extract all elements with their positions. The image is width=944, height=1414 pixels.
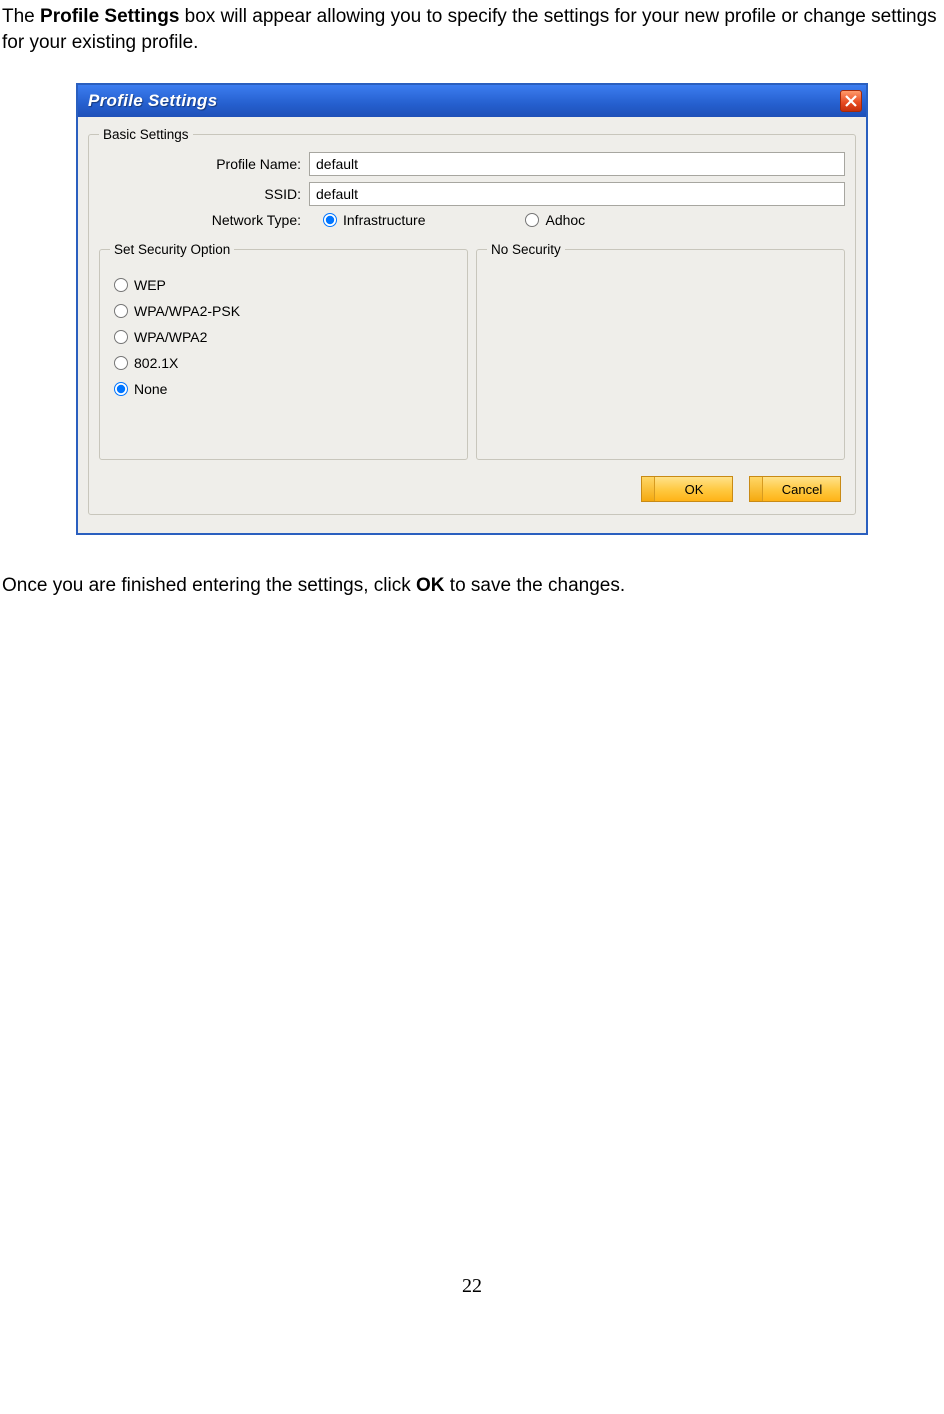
dot1x-label: 802.1X [134,355,178,371]
close-icon [845,95,857,107]
adhoc-label: Adhoc [545,212,585,228]
security-none[interactable]: None [114,381,457,397]
outro-post: to save the changes. [445,575,626,596]
radio-none[interactable] [114,382,128,396]
ok-button[interactable]: OK [641,476,733,502]
titlebar: Profile Settings [78,85,866,117]
wep-label: WEP [134,277,166,293]
none-label: None [134,381,167,397]
ok-button-label: OK [685,482,704,497]
security-wpapsk[interactable]: WPA/WPA2-PSK [114,303,457,319]
dialog-title: Profile Settings [88,91,218,111]
security-wep[interactable]: WEP [114,277,457,293]
wpa-label: WPA/WPA2 [134,329,207,345]
no-security-legend: No Security [487,242,565,257]
network-type-infrastructure[interactable]: Infrastructure [323,212,425,228]
intro-pre: The [2,6,40,27]
outro-text: Once you are finished entering the setti… [0,535,944,597]
basic-settings-legend: Basic Settings [99,127,193,142]
outro-pre: Once you are finished entering the setti… [2,575,416,596]
network-type-adhoc[interactable]: Adhoc [525,212,585,228]
radio-infrastructure[interactable] [323,213,337,227]
basic-settings-group: Basic Settings Profile Name: SSID: Netwo… [88,127,856,515]
radio-adhoc[interactable] [525,213,539,227]
security-8021x[interactable]: 802.1X [114,355,457,371]
intro-text: The Profile Settings box will appear all… [0,0,944,55]
page-number: 22 [0,1275,944,1308]
security-option-group: Set Security Option WEP WPA/WPA2-PSK [99,242,468,460]
radio-wpa[interactable] [114,330,128,344]
radio-8021x[interactable] [114,356,128,370]
security-option-legend: Set Security Option [110,242,234,257]
intro-bold: Profile Settings [40,6,179,27]
radio-wpapsk[interactable] [114,304,128,318]
cancel-button[interactable]: Cancel [749,476,841,502]
profile-settings-dialog: Profile Settings Basic Settings Profile … [76,83,868,535]
profile-name-label: Profile Name: [99,156,309,172]
radio-wep[interactable] [114,278,128,292]
network-type-label: Network Type: [99,212,309,228]
cancel-button-label: Cancel [782,482,822,497]
wpapsk-label: WPA/WPA2-PSK [134,303,240,319]
ssid-input[interactable] [309,182,845,206]
close-button[interactable] [840,90,862,112]
ssid-label: SSID: [99,186,309,202]
no-security-group: No Security [476,242,845,460]
profile-name-input[interactable] [309,152,845,176]
infrastructure-label: Infrastructure [343,212,425,228]
outro-bold: OK [416,575,445,596]
security-wpa[interactable]: WPA/WPA2 [114,329,457,345]
